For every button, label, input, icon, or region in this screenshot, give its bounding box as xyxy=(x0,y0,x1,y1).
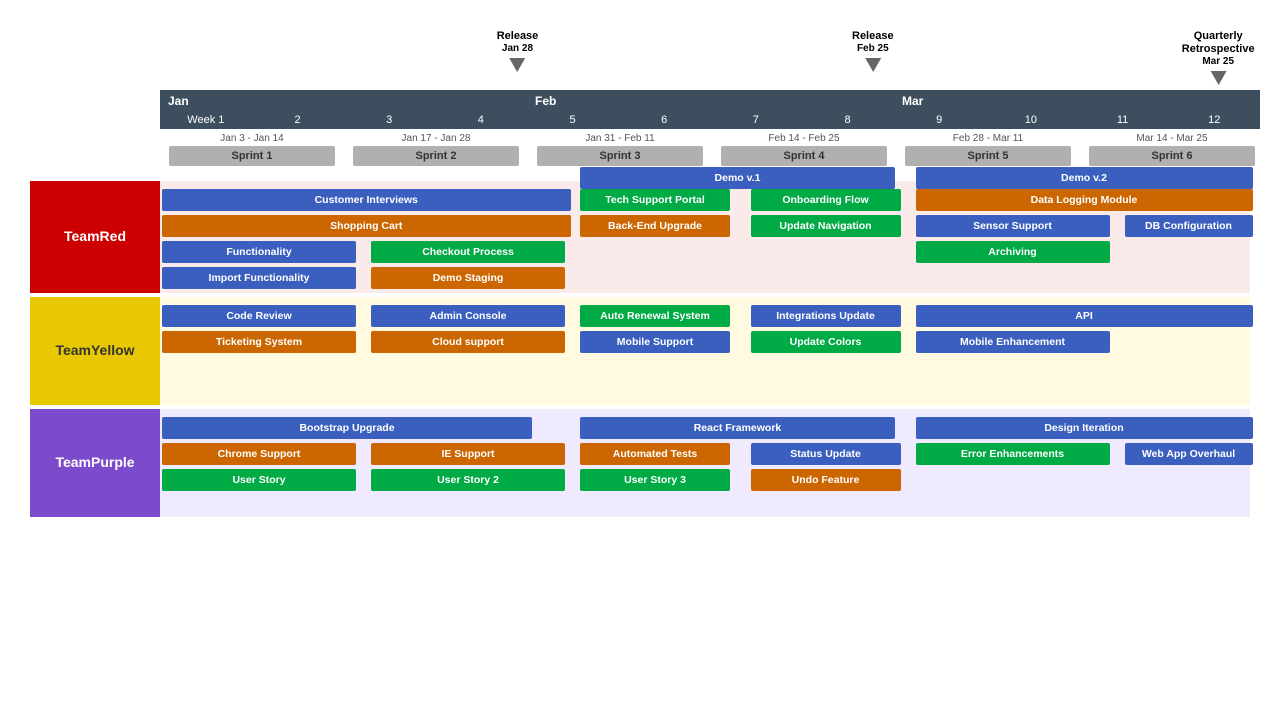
team-label-purple: TeamPurple xyxy=(30,409,160,517)
milestone: QuarterlyRetrospectiveMar 25 xyxy=(1182,30,1255,85)
month-label: Mar xyxy=(894,94,1260,108)
week-label: 3 xyxy=(343,114,435,126)
sprint-block: Jan 17 - Jan 28Sprint 2 xyxy=(353,133,519,166)
team-label-yellow: TeamYellow xyxy=(30,297,160,405)
task-bar: Web App Overhaul xyxy=(1125,443,1253,465)
team-row-red: TeamRedCustomer Interviews Shopping Cart F… xyxy=(30,181,1250,293)
task-bar: Functionality xyxy=(162,241,356,263)
task-bar: Update Colors xyxy=(751,331,901,353)
sprint-block: Jan 31 - Feb 11Sprint 3 xyxy=(537,133,703,166)
task-bar: User Story xyxy=(162,469,356,491)
week-label: 8 xyxy=(802,114,894,126)
week-label: 7 xyxy=(710,114,802,126)
task-bar: Integrations Update xyxy=(751,305,901,327)
task-bar: User Story 2 xyxy=(371,469,565,491)
milestone: ReleaseFeb 25 xyxy=(852,30,894,72)
team-content-yellow: Code Review Ticketing System Admin Console… xyxy=(160,297,1250,405)
sprint-block: Feb 14 - Feb 25Sprint 4 xyxy=(721,133,887,166)
task-bar: API xyxy=(916,305,1253,327)
task-bar: Demo v.1 xyxy=(580,167,895,189)
week-label: 10 xyxy=(985,114,1077,126)
task-bar: Status Update xyxy=(751,443,901,465)
task-bar: Automated Tests xyxy=(580,443,730,465)
month-label: Feb xyxy=(527,94,894,108)
week-label: 2 xyxy=(252,114,344,126)
task-bar: Shopping Cart xyxy=(162,215,571,237)
task-bar: Tech Support Portal xyxy=(580,189,730,211)
task-bar: Admin Console xyxy=(371,305,565,327)
week-label: Week 1 xyxy=(160,114,252,126)
task-bar: Demo v.2 xyxy=(916,167,1253,189)
task-bar: Update Navigation xyxy=(751,215,901,237)
month-label: Jan xyxy=(160,94,527,108)
sprint-block: Jan 3 - Jan 14Sprint 1 xyxy=(169,133,335,166)
task-bar: Demo Staging xyxy=(371,267,565,289)
task-bar: DB Configuration xyxy=(1125,215,1253,237)
task-bar: Checkout Process xyxy=(371,241,565,263)
task-bar: Sensor Support xyxy=(916,215,1110,237)
task-bar: Mobile Enhancement xyxy=(916,331,1110,353)
team-row-purple: TeamPurpleBootstrap Upgrade Chrome Suppor… xyxy=(30,409,1250,517)
team-content-purple: Bootstrap Upgrade Chrome Support User Stor… xyxy=(160,409,1250,517)
task-bar: Chrome Support xyxy=(162,443,356,465)
task-bar: Error Enhancements xyxy=(916,443,1110,465)
task-bar: Bootstrap Upgrade xyxy=(162,417,532,439)
task-bar: Ticketing System xyxy=(162,331,356,353)
week-label: 9 xyxy=(893,114,985,126)
week-label: 11 xyxy=(1077,114,1169,126)
task-bar: Data Logging Module xyxy=(916,189,1253,211)
milestones-area: ReleaseJan 28ReleaseFeb 25QuarterlyRetro… xyxy=(160,20,1250,90)
teams-container: TeamRedCustomer Interviews Shopping Cart F… xyxy=(30,181,1250,517)
week-label: 6 xyxy=(618,114,710,126)
task-bar: Archiving xyxy=(916,241,1110,263)
task-bar: Auto Renewal System xyxy=(580,305,730,327)
week-label: 5 xyxy=(527,114,619,126)
week-label: 4 xyxy=(435,114,527,126)
task-bar: Mobile Support xyxy=(580,331,730,353)
team-label-red: TeamRed xyxy=(30,181,160,293)
task-bar: Design Iteration xyxy=(916,417,1253,439)
team-content-red: Customer Interviews Shopping Cart Function… xyxy=(160,181,1250,293)
task-bar: Onboarding Flow xyxy=(751,189,901,211)
task-bar: Cloud support xyxy=(371,331,565,353)
week-label: 12 xyxy=(1168,114,1260,126)
sprint-block: Feb 28 - Mar 11Sprint 5 xyxy=(905,133,1071,166)
timeline-header: JanFebMar Week 123456789101112 xyxy=(160,90,1250,129)
team-row-yellow: TeamYellowCode Review Ticketing System Adm… xyxy=(30,297,1250,405)
task-bar: Customer Interviews xyxy=(162,189,571,211)
task-bar: Code Review xyxy=(162,305,356,327)
task-bar: Import Functionality xyxy=(162,267,356,289)
task-bar: React Framework xyxy=(580,417,895,439)
task-bar: Undo Feature xyxy=(751,469,901,491)
task-bar: Back-End Upgrade xyxy=(580,215,730,237)
main-container: ReleaseJan 28 ReleaseFeb 25 QuarterlyRetro… xyxy=(0,0,1280,541)
sprint-block: Mar 14 - Mar 25Sprint 6 xyxy=(1089,133,1255,166)
task-bar: User Story 3 xyxy=(580,469,730,491)
milestone: ReleaseJan 28 xyxy=(497,30,539,72)
task-bar: IE Support xyxy=(371,443,565,465)
